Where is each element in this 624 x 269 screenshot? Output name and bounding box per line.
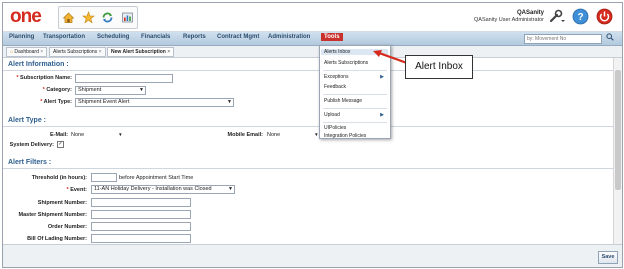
nav-transportation[interactable]: Transportation [43, 34, 85, 40]
chevron-down-icon: ▼ [228, 186, 233, 192]
subscription-name-input[interactable] [75, 74, 173, 83]
tab-new-alert-subscription[interactable]: New Alert Subscription × [107, 47, 175, 57]
main-nav: Planning Transportation Scheduling Finan… [3, 32, 622, 46]
tab-strip: ⌂ Dashboard × Alerts Subscriptions × New… [3, 46, 622, 58]
nav-reports[interactable]: Reports [183, 34, 206, 40]
user-name: QASanity [516, 10, 544, 16]
bill-of-lading-input[interactable] [91, 234, 191, 243]
submenu-arrow-icon: ▶ [380, 112, 384, 118]
threshold-input[interactable] [91, 173, 117, 182]
alert-information-heading: Alert Information : [8, 61, 69, 68]
tab-label: Alerts Subscriptions [53, 49, 98, 55]
search-icon[interactable] [606, 33, 614, 43]
user-role: QASanity User Administrator [474, 17, 544, 23]
system-delivery-checkbox[interactable]: ✓ [57, 141, 64, 148]
tab-alerts-subscriptions[interactable]: Alerts Subscriptions × [49, 47, 106, 57]
chevron-down-icon: ▼ [118, 132, 123, 137]
refresh-icon[interactable] [101, 11, 114, 24]
help-icon[interactable]: ? [572, 8, 589, 27]
system-delivery-label: System Delivery: [9, 142, 54, 148]
star-icon[interactable] [81, 11, 95, 24]
order-number-input[interactable] [91, 222, 191, 231]
menu-item-exceptions[interactable]: Exceptions [324, 74, 348, 80]
menu-item-upload[interactable]: Upload [324, 112, 340, 118]
menu-divider [323, 94, 387, 95]
menu-item-publish-message[interactable]: Publish Message [324, 98, 362, 104]
shipment-number-label: Shipment Number: [37, 200, 87, 206]
chevron-down-icon: ▼ [314, 132, 319, 137]
movement-search-input[interactable]: by: Movement No [524, 34, 602, 44]
close-icon[interactable]: × [99, 49, 102, 55]
mobile-email-label: Mobile Email: [227, 132, 263, 138]
event-label: * Event: [66, 187, 87, 193]
alert-filters-heading: Alert Filters : [8, 159, 52, 166]
tab-label: Dashboard [14, 49, 39, 55]
alert-type-select[interactable]: Shipment Event Alert ▼ [75, 98, 234, 107]
home-icon: ⌂ [10, 49, 14, 55]
close-icon[interactable]: × [167, 49, 170, 55]
scrollbar-thumb[interactable] [615, 70, 621, 190]
menu-item-feedback[interactable]: Feedback [324, 84, 346, 90]
subscription-name-label: * Subscription Name: [16, 75, 72, 81]
divider [3, 70, 613, 71]
report-icon[interactable] [121, 11, 134, 24]
divider [3, 126, 613, 127]
nav-planning[interactable]: Planning [9, 34, 34, 40]
save-button[interactable]: Save [598, 251, 618, 264]
chevron-down-icon: ▼ [227, 99, 232, 105]
chevron-down-icon: ▼ [139, 87, 144, 93]
tab-label: New Alert Subscription [111, 49, 166, 55]
svg-text:?: ? [577, 12, 583, 23]
nav-contract-mgmt[interactable]: Contract Mgmt [217, 34, 259, 40]
nav-financials[interactable]: Financials [141, 34, 170, 40]
app-header: one QASanity QASanity User Administrator… [3, 3, 622, 32]
nav-administration[interactable]: Administration [268, 34, 310, 40]
menu-item-integration-policies[interactable]: Integration Policies [324, 133, 366, 139]
threshold-suffix: before Appointment Start Time [119, 175, 194, 181]
order-number-label: Order Number: [47, 224, 87, 230]
mobile-email-select[interactable]: None ▼ [267, 132, 319, 138]
master-shipment-number-label: Master Shipment Number: [18, 212, 87, 218]
form-footer: Save [3, 244, 622, 267]
alert-type-heading: Alert Type : [8, 117, 46, 124]
close-icon[interactable]: × [40, 49, 43, 55]
threshold-label: Threshold (in hours): [31, 175, 87, 181]
email-select[interactable]: None ▼ [71, 132, 123, 138]
home-icon[interactable] [62, 11, 75, 24]
menu-divider [323, 108, 387, 109]
alert-inbox-callout: Alert Inbox [405, 55, 473, 79]
user-info: QASanity QASanity User Administrator [474, 10, 544, 24]
category-label: * Category: [42, 87, 72, 93]
event-select[interactable]: 11-AN Holiday Delivery - Installation wa… [91, 185, 235, 194]
submenu-arrow-icon: ▶ [380, 74, 384, 80]
app-window: one QASanity QASanity User Administrator… [2, 2, 623, 268]
menu-item-uipolicies[interactable]: UIPolicies [324, 125, 346, 131]
form-content: Alert Information : * Subscription Name:… [3, 58, 613, 244]
menu-divider [323, 70, 387, 71]
email-label: E-Mail: [49, 132, 68, 138]
divider [3, 168, 613, 169]
menu-item-alerts-subscriptions[interactable]: Alerts Subscriptions [324, 60, 368, 66]
bill-of-lading-label: Bill Of Lading Number: [27, 236, 87, 242]
shipment-number-input[interactable] [91, 198, 191, 207]
category-select[interactable]: Shipment ▼ [75, 86, 146, 95]
nav-tools[interactable]: Tools [321, 33, 343, 41]
vertical-scrollbar[interactable] [613, 58, 622, 244]
nav-scheduling[interactable]: Scheduling [97, 34, 129, 40]
wrench-icon[interactable] [548, 9, 566, 26]
one-logo[interactable]: one [10, 6, 42, 27]
tab-dashboard[interactable]: ⌂ Dashboard × [6, 47, 48, 57]
master-shipment-number-input[interactable] [91, 210, 191, 219]
alert-type-label: * Alert Type: [40, 99, 72, 105]
quick-access-bar [58, 6, 138, 29]
power-icon[interactable] [596, 8, 613, 27]
menu-divider [323, 122, 387, 123]
